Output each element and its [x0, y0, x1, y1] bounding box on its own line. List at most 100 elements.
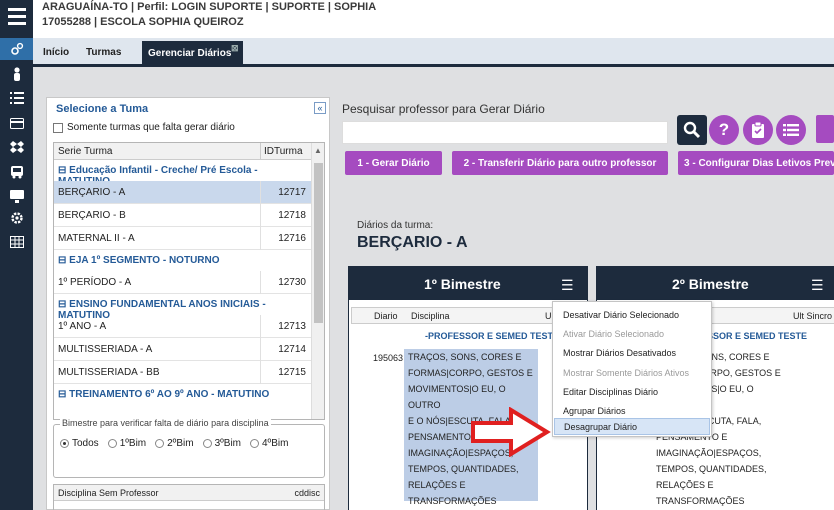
menu-item-mostrar-desativados[interactable]: Mostrar Diários Desativados [563, 348, 676, 358]
menu-item-ativar[interactable]: Ativar Diário Selecionado [563, 329, 664, 339]
hamburger-icon[interactable]: ☰ [811, 277, 824, 294]
row-id: 12717 [278, 187, 306, 198]
collapse-icon[interactable]: ⊟ [58, 299, 69, 310]
collapse-icon[interactable]: ⊟ [58, 255, 69, 266]
close-icon[interactable]: ⊠ [231, 43, 239, 54]
radio-label: 2ºBim [167, 438, 194, 449]
table-row[interactable]: 1º PERÍODO - A 12730 [54, 271, 312, 294]
group-header[interactable]: ⊟ TREINAMENTO 6º AO 9º ANO - MATUTINO [54, 385, 312, 405]
clipboard-icon [743, 115, 773, 145]
clipboard-button[interactable] [743, 115, 773, 145]
table-row[interactable]: MATERNAL II - A 12716 [54, 227, 312, 250]
turma-panel: Selecione a Tuma « Somente turmas que fa… [46, 97, 330, 510]
radio-4bim[interactable]: 4ºBim [250, 438, 288, 449]
only-missing-label: Somente turmas que falta gerar diário [67, 122, 235, 133]
col-idturma[interactable]: IDTurma [264, 146, 303, 157]
menu-item-desagrupar[interactable]: Desagrupar Diário [554, 418, 710, 435]
settings-icon[interactable] [0, 38, 33, 60]
radio-3bim[interactable]: 3ºBim [202, 438, 241, 449]
group-header[interactable]: ⊟ ENSINO FUNDAMENTAL ANOS INICIAIS - MAT… [54, 295, 312, 321]
table-row[interactable]: MULTISSERIADA - BB 12715 [54, 361, 312, 384]
tab-bar: Início Turmas ⊠ Gerenciar Diários ⊠ [33, 38, 834, 67]
hamburger-icon[interactable]: ☰ [561, 277, 574, 294]
tab-turmas[interactable]: Turmas ⊠ [80, 43, 176, 64]
table-row[interactable]: BERÇARIO - A 12717 [54, 181, 312, 204]
checkbox-box[interactable] [53, 122, 63, 133]
menu-icon[interactable] [0, 0, 33, 33]
dropbox-icon[interactable] [0, 136, 33, 158]
group-header[interactable]: ⊟ Educação Infantil - Creche/ Pré Escola… [54, 161, 312, 187]
help-icon: ? [718, 120, 730, 139]
person-icon[interactable] [0, 63, 33, 85]
menu-item-editar-disciplinas[interactable]: Editar Disciplinas Diário [563, 387, 658, 397]
table-row[interactable]: BERÇARIO - B 12718 [54, 204, 312, 227]
row-name: MULTISSERIADA - A [58, 344, 153, 355]
list-button[interactable] [776, 115, 806, 145]
configurar-dias-button[interactable]: 3 - Configurar Dias Letivos Previstos [678, 151, 834, 175]
row-id: 12730 [278, 277, 306, 288]
table-row[interactable]: MULTISSERIADA - A 12714 [54, 338, 312, 361]
content-area: Selecione a Tuma « Somente turmas que fa… [33, 67, 834, 510]
menu-item-mostrar-ativos[interactable]: Mostrar Somente Diários Ativos [563, 368, 689, 378]
table-icon[interactable] [0, 231, 33, 253]
scroll-up-icon[interactable]: ▲ [314, 146, 322, 155]
diarios-label: Diários da turma: [357, 220, 434, 231]
collapse-icon[interactable]: « [314, 102, 326, 114]
card-title: 2º Bimestre [672, 276, 749, 292]
disciplina-line: TRANSFORMAÇÕES [408, 496, 497, 506]
search-input[interactable] [342, 121, 668, 144]
radio-label: Todos [72, 438, 99, 449]
grid-scrollbar[interactable]: ▲ [311, 143, 324, 419]
bus-icon[interactable] [0, 161, 33, 183]
radio-label: 3ºBim [214, 438, 241, 449]
app-root: ARAGUAÍNA-TO | Perfil: LOGIN SUPORTE | S… [0, 0, 834, 510]
row-id: 12715 [278, 367, 306, 378]
tab-inicio[interactable]: Início [37, 43, 75, 64]
col-cddisc[interactable]: cddisc [294, 488, 320, 498]
page-header: ARAGUAÍNA-TO | Perfil: LOGIN SUPORTE | S… [33, 0, 834, 38]
row-id: 12714 [278, 344, 306, 355]
radio-1bim[interactable]: 1ºBim [107, 438, 146, 449]
row-id: 12718 [278, 210, 306, 221]
grid-header: Serie Turma IDTurma [54, 143, 312, 160]
bimestre-legend: Bimestre para verificar falta de diário … [60, 418, 271, 428]
gerar-diario-button[interactable]: 1 - Gerar Diário [345, 151, 442, 175]
diario-number: 195063 [373, 353, 404, 363]
disciplina-line: IMAGINAÇÃO|ESPAÇOS, [656, 448, 762, 458]
col-ult[interactable]: Ult Sincro [793, 311, 832, 321]
tab-turmas-label: Turmas [86, 47, 122, 58]
tab-gerenciar-diarios[interactable]: Gerenciar Diários ⊠ [142, 41, 243, 67]
card-icon[interactable] [0, 112, 33, 134]
disciplina-line: RELAÇÕES E [408, 480, 466, 490]
help-button[interactable]: ? [709, 115, 739, 145]
disciplina-line: FORMAS|CORPO, GESTOS E [408, 368, 533, 378]
gear-icon[interactable] [0, 207, 33, 229]
grid-header: Disciplina Sem Professor cddisc [54, 485, 324, 501]
col-serie-turma[interactable]: Serie Turma [58, 146, 112, 157]
group-header[interactable]: ⊟ EJA 1º SEGMENTO - NOTURNO [54, 251, 312, 271]
col-disciplina[interactable]: Disciplina Sem Professor [58, 488, 159, 498]
context-menu: Desativar Diário Selecionado Ativar Diár… [552, 301, 712, 437]
menu-item-desativar[interactable]: Desativar Diário Selecionado [563, 310, 679, 320]
professor-group: -PROFESSOR E SEMED TESTE [425, 331, 560, 341]
row-id: 12713 [278, 321, 306, 332]
search-button[interactable] [677, 115, 707, 145]
table-row[interactable]: 1º ANO - A 12713 [54, 315, 312, 338]
red-arrow-annotation [471, 407, 551, 457]
col-diario[interactable]: Diario [374, 311, 398, 321]
scroll-thumb[interactable] [314, 163, 323, 323]
radio-2bim[interactable]: 2ºBim [155, 438, 194, 449]
list-icon[interactable] [0, 87, 33, 109]
menu-item-agrupar[interactable]: Agrupar Diários [563, 406, 626, 416]
disciplina-line: TEMPOS, QUANTIDADES, [408, 464, 519, 474]
extra-button[interactable] [816, 115, 834, 143]
radio-todos[interactable]: Todos [60, 438, 99, 449]
row-name: BERÇARIO - A [58, 187, 126, 198]
transferir-diario-button[interactable]: 2 - Transferir Diário para outro profess… [452, 151, 668, 175]
collapse-icon[interactable]: ⊟ [58, 165, 69, 176]
collapse-icon[interactable]: ⊟ [58, 389, 69, 400]
search-label: Pesquisar professor para Gerar Diário [342, 102, 545, 116]
col-disciplina[interactable]: Disciplina [411, 311, 450, 321]
only-missing-checkbox[interactable]: Somente turmas que falta gerar diário [53, 122, 235, 133]
monitor-icon[interactable] [0, 185, 33, 207]
